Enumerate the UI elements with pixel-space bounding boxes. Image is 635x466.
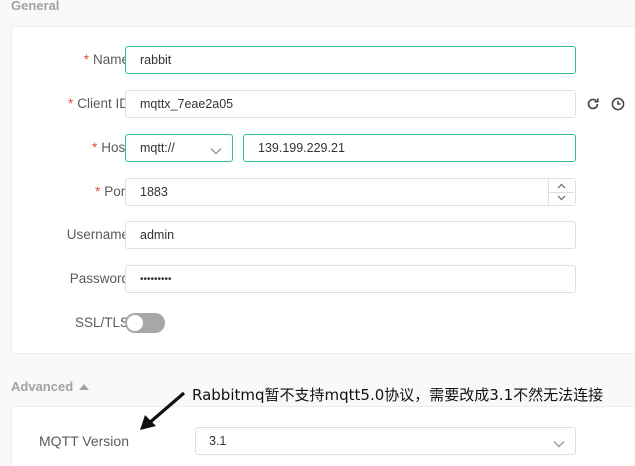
general-section-title: General xyxy=(11,0,60,13)
username-label: Username xyxy=(66,227,129,242)
name-label: * Name xyxy=(83,52,129,67)
host-label: * Host xyxy=(91,140,129,155)
client-id-input[interactable]: mqttx_7eae2a05 xyxy=(125,90,576,118)
username-input[interactable]: admin xyxy=(125,221,576,249)
port-input[interactable]: 1883 xyxy=(125,178,576,206)
port-row: * Port 1883 xyxy=(12,178,635,206)
host-input[interactable]: 139.199.229.21 xyxy=(243,134,576,162)
required-mark: * xyxy=(83,52,89,67)
port-label: * Port xyxy=(94,184,129,199)
username-row: Username admin xyxy=(12,221,635,249)
ssl-label: SSL/TLS xyxy=(74,315,129,330)
toggle-knob xyxy=(127,315,143,331)
mqtt-version-label: MQTT Version xyxy=(39,433,129,449)
refresh-icon[interactable] xyxy=(585,96,601,112)
password-label: Password xyxy=(69,271,129,286)
required-mark: * xyxy=(94,184,101,199)
advanced-card: MQTT Version 3.1 xyxy=(11,406,635,466)
password-input[interactable]: ••••••••• xyxy=(125,265,576,293)
name-row: * Name rabbit xyxy=(12,46,635,74)
chevron-down-icon[interactable] xyxy=(549,191,574,205)
connection-form-page: General * Name rabbit * Client ID mqttx_7e… xyxy=(0,0,635,466)
arrow-icon xyxy=(140,391,186,430)
chevron-down-icon xyxy=(210,144,222,158)
mqtt-version-select[interactable]: 3.1 xyxy=(195,427,576,455)
port-stepper[interactable] xyxy=(548,180,574,204)
name-input[interactable]: rabbit xyxy=(125,46,576,74)
ssl-row: SSL/TLS xyxy=(12,309,635,337)
advanced-section-title[interactable]: Advanced xyxy=(11,379,90,394)
general-card: * Name rabbit * Client ID mqttx_7eae2a05 *… xyxy=(11,26,635,354)
caret-up-icon xyxy=(79,383,90,390)
host-row: * Host mqtt:// 139.199.229.21 xyxy=(12,134,635,162)
annotation-note: Rabbitmq暂不支持mqtt5.0协议，需要改成3.1不然无法连接 xyxy=(192,386,604,404)
mqtt-version-row: MQTT Version 3.1 xyxy=(12,427,635,455)
chevron-up-icon[interactable] xyxy=(549,180,574,192)
protocol-select[interactable]: mqtt:// xyxy=(125,134,233,162)
ssl-toggle[interactable] xyxy=(125,313,165,333)
required-mark: * xyxy=(67,96,74,111)
required-mark: * xyxy=(91,140,98,155)
clock-icon[interactable] xyxy=(610,96,626,112)
password-row: Password ••••••••• xyxy=(12,265,635,293)
chevron-down-icon xyxy=(553,437,565,451)
client-id-label: * Client ID xyxy=(67,96,129,111)
client-id-row: * Client ID mqttx_7eae2a05 xyxy=(12,90,635,118)
